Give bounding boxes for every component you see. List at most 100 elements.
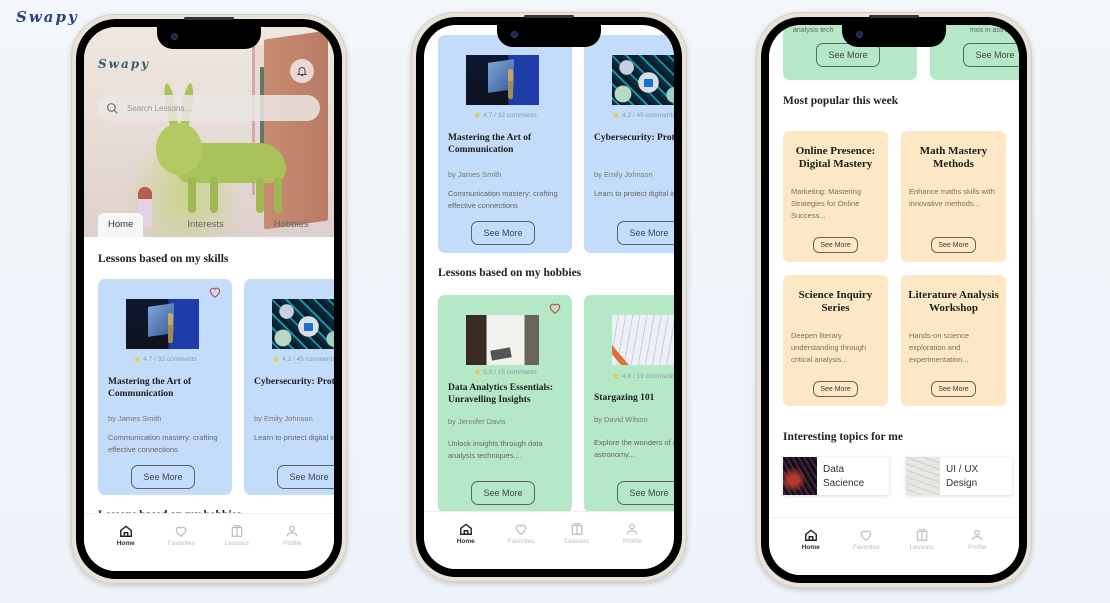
- star-icon: ★: [473, 367, 482, 377]
- lesson-description: Explore the wonders of cosmos in astrono…: [594, 438, 674, 459]
- popular-title: Online Presence: Digital Mastery: [795, 145, 876, 170]
- nav-lessons[interactable]: Lessons: [552, 522, 602, 569]
- rating: ★ 4.7 / 32 comments: [133, 354, 197, 364]
- app-logo: Swapy: [98, 57, 151, 71]
- topic-thumbnail: [906, 457, 940, 495]
- see-more-button[interactable]: See More: [813, 381, 858, 397]
- bottom-navigation: Home Favorites Lessons Profile: [84, 513, 334, 571]
- popular-title: Math Mastery Methods: [919, 145, 988, 170]
- lesson-description: mos in astro: [970, 27, 1009, 34]
- topic-label: UI / UX Design: [946, 464, 979, 489]
- lesson-card[interactable]: ★ 4.7 / 32 comments Mastering the Art of …: [98, 279, 232, 495]
- star-icon: ★: [133, 354, 142, 364]
- lesson-card[interactable]: ★ 4.7 / 32 comments Mastering the Art of …: [438, 35, 572, 253]
- lesson-title: Mastering the Art of Communication: [448, 133, 532, 155]
- see-more-button[interactable]: See More: [277, 465, 334, 489]
- notification-button[interactable]: [290, 59, 314, 83]
- phone-notch: [157, 27, 261, 49]
- home-icon: [119, 525, 132, 537]
- phone-mockup-home: Swapy Home Interests Hobbies Lessons bas…: [71, 14, 347, 584]
- phone-mockup-scrolled: ★ 4.7 / 32 comments Mastering the Art of …: [411, 12, 687, 582]
- popular-card[interactable]: Science Inquiry Series Deepen literary u…: [783, 275, 888, 406]
- star-icon: ★: [612, 371, 621, 381]
- phone-notch: [497, 25, 601, 47]
- phone-mockup-popular: analysis tech See More mos in astro See …: [756, 12, 1032, 588]
- nav-lessons[interactable]: Lessons: [897, 528, 947, 575]
- see-more-button[interactable]: See More: [963, 43, 1019, 67]
- tab-bar: Home Interests Hobbies: [98, 213, 334, 237]
- tab-home[interactable]: Home: [98, 213, 144, 237]
- section-title-hobbies: Lessons based on my hobbies: [438, 267, 582, 279]
- rating: ★ 4.2 / 45 comments: [272, 354, 334, 364]
- phone-notch: [842, 25, 946, 47]
- popular-description: Hands-on science exploration and experim…: [909, 331, 970, 364]
- lesson-card[interactable]: ★ 4.6 / 19 comments Stargazing 101 by Dav…: [584, 295, 674, 513]
- lesson-author: by James Smith: [108, 414, 162, 423]
- nav-favorites[interactable]: Favorites: [156, 524, 206, 571]
- lesson-card[interactable]: ★ 5.0 / 15 comments Data Analytics Essent…: [438, 295, 572, 513]
- lesson-description: Communication mastery: crafting effectiv…: [448, 189, 558, 210]
- nav-profile[interactable]: Profile: [267, 524, 317, 571]
- lesson-thumbnail: [126, 299, 199, 349]
- heart-icon: [860, 530, 872, 541]
- star-icon: ★: [272, 354, 281, 364]
- home-icon: [804, 529, 817, 541]
- section-title-popular: Most popular this week: [783, 95, 899, 107]
- popular-card[interactable]: Online Presence: Digital Mastery Marketi…: [783, 131, 888, 262]
- search-input[interactable]: [127, 103, 297, 113]
- lesson-thumbnail: [612, 55, 674, 105]
- see-more-button[interactable]: See More: [471, 481, 535, 505]
- bottom-navigation: Home Favorites Lessons Profile: [769, 517, 1019, 575]
- popular-title: Literature Analysis Workshop: [908, 289, 999, 314]
- search-bar[interactable]: [98, 95, 320, 121]
- lesson-author: by David Wilson: [594, 415, 648, 424]
- see-more-button[interactable]: See More: [931, 381, 976, 397]
- lesson-title: Stargazing 101: [594, 393, 655, 403]
- nav-home[interactable]: Home: [101, 524, 151, 571]
- book-icon: [571, 523, 582, 535]
- nav-profile[interactable]: Profile: [952, 528, 1002, 575]
- search-icon: [107, 102, 118, 114]
- popular-card[interactable]: Literature Analysis Workshop Hands-on sc…: [901, 275, 1006, 406]
- see-more-button[interactable]: See More: [813, 237, 858, 253]
- nav-favorites[interactable]: Favorites: [841, 528, 891, 575]
- tab-hobbies[interactable]: Hobbies: [264, 213, 319, 237]
- phone-screen: ★ 4.7 / 32 comments Mastering the Art of …: [424, 25, 674, 569]
- lesson-description: Learn to protect digital in cybersecurit…: [594, 189, 674, 198]
- nav-lessons[interactable]: Lessons: [212, 524, 262, 571]
- rating: ★ 4.6 / 19 comments: [612, 371, 674, 381]
- book-icon: [231, 525, 242, 537]
- lesson-author: by Emily Johnson: [594, 170, 653, 179]
- lesson-thumbnail: [272, 299, 334, 349]
- lesson-description: Unlock insights through data analysis te…: [448, 439, 543, 460]
- lesson-card[interactable]: ★4.2 / 45 comments Cybersecurity: Protec…: [584, 35, 674, 253]
- popular-title: Science Inquiry Series: [798, 289, 873, 314]
- nav-profile[interactable]: Profile: [607, 522, 657, 569]
- heart-icon[interactable]: [208, 285, 222, 299]
- topic-card-ui-ux[interactable]: UI / UX Design: [906, 457, 1012, 495]
- lesson-title: Cybersecurity: Protecting Digital Assets: [254, 377, 334, 387]
- nav-home[interactable]: Home: [441, 522, 491, 569]
- heart-icon: [175, 526, 187, 537]
- popular-card[interactable]: Math Mastery Methods Enhance maths skill…: [901, 131, 1006, 262]
- lesson-author: by Jennifer Davis: [448, 417, 506, 426]
- lesson-author: by Emily Johnson: [254, 414, 313, 423]
- see-more-button[interactable]: See More: [617, 481, 674, 505]
- see-more-button[interactable]: See More: [617, 221, 674, 245]
- see-more-button[interactable]: See More: [471, 221, 535, 245]
- heart-icon[interactable]: [548, 301, 562, 315]
- phone-screen: analysis tech See More mos in astro See …: [769, 25, 1019, 575]
- topic-card-data-science[interactable]: Data Sacience: [783, 457, 889, 495]
- user-icon: [627, 523, 638, 535]
- see-more-button[interactable]: See More: [131, 465, 195, 489]
- home-icon: [459, 523, 472, 535]
- lesson-author: by James Smith: [448, 170, 502, 179]
- lesson-title: Mastering the Art of Communication: [108, 377, 192, 399]
- phone-screen: Swapy Home Interests Hobbies Lessons bas…: [84, 27, 334, 571]
- lesson-description: Communication mastery: crafting effectiv…: [108, 433, 218, 454]
- tab-interests[interactable]: Interests: [177, 213, 233, 237]
- lesson-card[interactable]: ★4.2 / 45 comments Cybersecurity: Protec…: [244, 279, 334, 495]
- nav-favorites[interactable]: Favorites: [496, 522, 546, 569]
- nav-home[interactable]: Home: [786, 528, 836, 575]
- see-more-button[interactable]: See More: [931, 237, 976, 253]
